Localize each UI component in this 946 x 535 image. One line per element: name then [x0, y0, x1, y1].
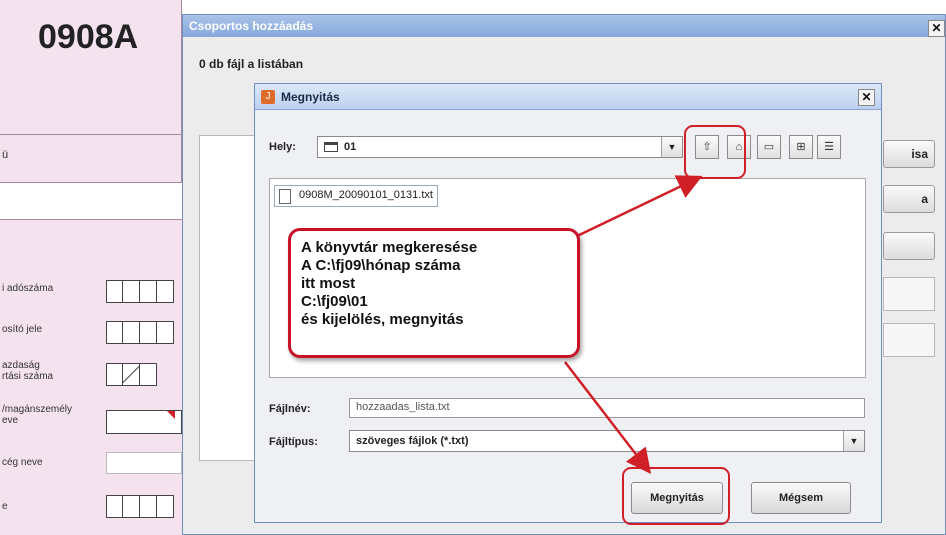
- callout-line: itt most: [301, 275, 356, 292]
- callout-line: A C:\fj09\hónap száma: [301, 257, 461, 274]
- callout-line: A könyvtár megkeresése: [301, 239, 478, 256]
- callout-line: és kijelölés, megnyitás: [301, 311, 464, 328]
- arrow-to-open-button: [564, 361, 652, 474]
- instruction-callout: A könyvtár megkeresése A C:\fj09\hónap s…: [288, 228, 580, 358]
- callout-line: C:\fj09\01: [301, 293, 368, 310]
- arrow-to-up-folder: [574, 175, 703, 239]
